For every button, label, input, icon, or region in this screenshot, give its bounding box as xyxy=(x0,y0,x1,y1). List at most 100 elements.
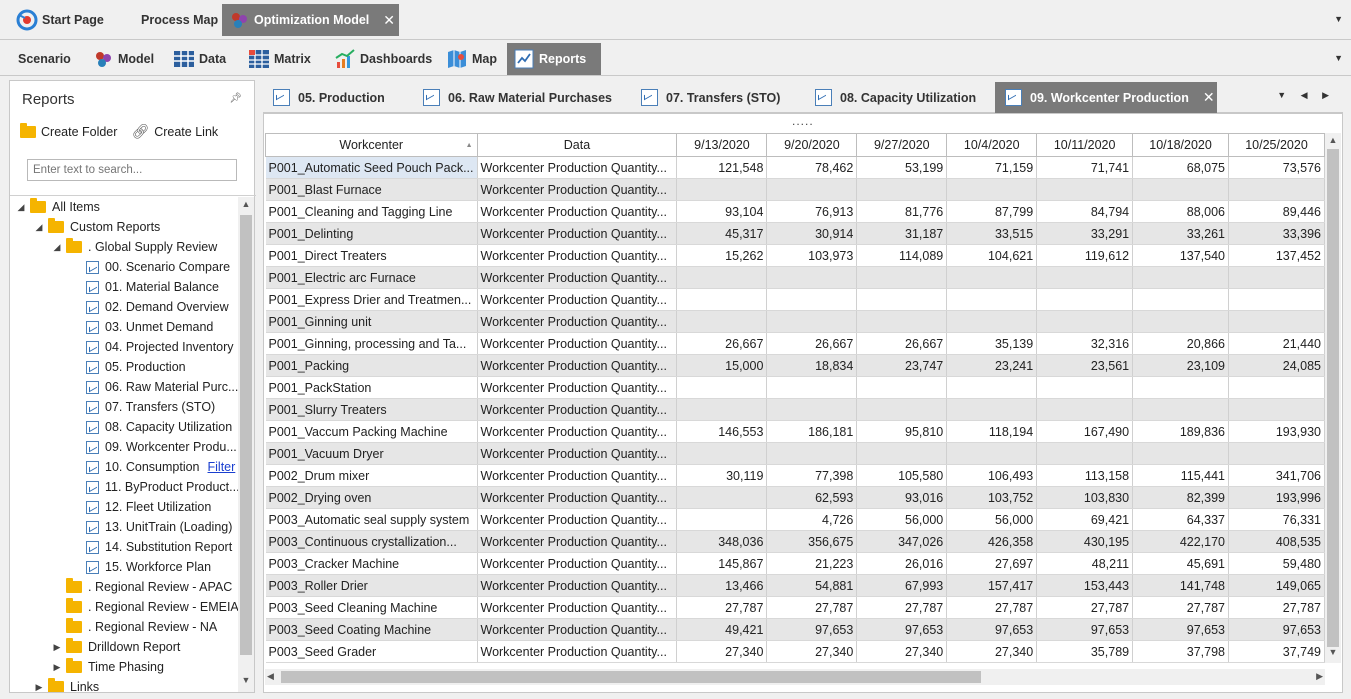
nav-matrix[interactable]: Matrix xyxy=(242,43,317,75)
cell-value[interactable]: 95,810 xyxy=(856,420,948,443)
cell-value[interactable]: 93,104 xyxy=(676,200,768,223)
cell-value[interactable]: 30,914 xyxy=(766,222,858,245)
cell-value[interactable]: 33,396 xyxy=(1228,222,1325,245)
tree-item-regional-review-na[interactable]: . Regional Review - NA xyxy=(66,617,217,637)
cell-value[interactable]: 27,340 xyxy=(856,640,948,663)
table-row[interactable]: P001_Vaccum Packing Machine Workcenter Pr… xyxy=(265,420,1325,443)
cell-value[interactable] xyxy=(946,310,1038,333)
nav-map[interactable]: Map xyxy=(440,43,503,75)
cell-value[interactable]: 88,006 xyxy=(1132,200,1230,223)
tab-06-raw-material-purchases[interactable]: 06. Raw Material Purchases xyxy=(413,82,633,113)
tree-item-all-items[interactable]: ◢ All Items xyxy=(16,197,100,217)
table-row[interactable]: P003_Seed Cleaning Machine Workcenter Pro… xyxy=(265,596,1325,619)
cell-value[interactable]: 137,452 xyxy=(1228,244,1325,267)
tree-item-report[interactable]: 02. Demand Overview xyxy=(86,297,229,317)
cell-value[interactable]: 15,000 xyxy=(676,354,768,377)
cell-value[interactable] xyxy=(676,288,768,311)
grid-vertical-scrollbar[interactable]: ▲ ▼ xyxy=(1325,133,1341,663)
cell-value[interactable]: 186,181 xyxy=(766,420,858,443)
table-row[interactable]: P001_Express Drier and Treatmen... Workce… xyxy=(265,288,1325,311)
cell-value[interactable]: 97,653 xyxy=(766,618,858,641)
cell-value[interactable] xyxy=(766,266,858,289)
drag-grip[interactable]: ..... xyxy=(792,115,814,127)
cell-value[interactable] xyxy=(1228,178,1325,201)
cell-value[interactable]: 119,612 xyxy=(1036,244,1134,267)
cell-value[interactable]: 422,170 xyxy=(1132,530,1230,553)
tree-item-report[interactable]: 14. Substitution Report xyxy=(86,537,232,557)
cell-workcenter[interactable]: P001_Vaccum Packing Machine xyxy=(265,420,478,443)
cell-value[interactable]: 193,930 xyxy=(1228,420,1325,443)
cell-value[interactable]: 260,032 xyxy=(946,662,1038,663)
cell-value[interactable]: 76,331 xyxy=(1228,508,1325,531)
table-row[interactable]: P003_Roller Drier Workcenter Production Q… xyxy=(265,574,1325,597)
cell-data-measure[interactable]: Workcenter Production Quantity... xyxy=(477,398,678,421)
cell-value[interactable]: 141,748 xyxy=(1132,574,1230,597)
cell-value[interactable] xyxy=(1132,310,1230,333)
table-row[interactable]: P001_Delinting Workcenter Production Quan… xyxy=(265,222,1325,245)
tab-09-workcenter-production[interactable]: 09. Workcenter Production ✕ xyxy=(995,82,1217,113)
cell-value[interactable]: 21,223 xyxy=(766,552,858,575)
cell-value[interactable]: 97,653 xyxy=(1132,618,1230,641)
cell-value[interactable]: 27,787 xyxy=(1132,596,1230,619)
cell-data-measure[interactable]: Workcenter Production Quantity... xyxy=(477,310,678,333)
cell-value[interactable]: 81,776 xyxy=(856,200,948,223)
cell-data-measure[interactable]: Workcenter Production Quantity... xyxy=(477,530,678,553)
cell-value[interactable]: 33,291 xyxy=(1036,222,1134,245)
cell-value[interactable] xyxy=(856,178,948,201)
tree-item-regional-review-apac[interactable]: . Regional Review - APAC xyxy=(66,577,232,597)
cell-value[interactable] xyxy=(1132,178,1230,201)
cell-value[interactable] xyxy=(946,288,1038,311)
nav-overflow-icon[interactable]: ▼ xyxy=(1334,53,1343,63)
tree-scrollbar[interactable]: ▲ ▼ xyxy=(238,197,254,692)
cell-value[interactable]: 23,747 xyxy=(856,354,948,377)
cell-value[interactable]: 23,241 xyxy=(946,354,1038,377)
cell-value[interactable] xyxy=(856,376,948,399)
cell-value[interactable] xyxy=(1036,266,1134,289)
scroll-down-icon[interactable]: ▼ xyxy=(1327,647,1339,661)
cell-value[interactable] xyxy=(1228,288,1325,311)
tab-list-dropdown-icon[interactable]: ▼ xyxy=(1334,14,1343,24)
cell-value[interactable]: 330,737 xyxy=(1036,662,1134,663)
table-row[interactable]: P002_Drying oven Workcenter Production Qu… xyxy=(265,486,1325,509)
cell-value[interactable]: 26,667 xyxy=(676,332,768,355)
cell-value[interactable] xyxy=(1228,376,1325,399)
cell-workcenter[interactable]: P003_Seed Sorting Machine xyxy=(265,662,478,663)
column-header-date[interactable]: 10/18/2020 xyxy=(1132,133,1230,157)
cell-value[interactable]: 193,996 xyxy=(1228,486,1325,509)
cell-value[interactable]: 97,653 xyxy=(856,618,948,641)
collapse-arrow-icon[interactable]: ◢ xyxy=(16,202,26,213)
cell-value[interactable]: 78,462 xyxy=(766,156,858,179)
cell-value[interactable] xyxy=(766,178,858,201)
cell-workcenter[interactable]: P001_Vacuum Dryer xyxy=(265,442,478,465)
table-row[interactable]: P003_Seed Sorting MachineWorkcenter Prod… xyxy=(265,662,1325,663)
tab-optimization-model[interactable]: Optimization Model ✕ xyxy=(222,4,399,36)
tree-item-regional-review-emeia[interactable]: . Regional Review - EMEIA xyxy=(66,597,238,617)
cell-value[interactable]: 37,798 xyxy=(1132,640,1230,663)
collapse-arrow-icon[interactable]: ◢ xyxy=(34,222,44,233)
table-row[interactable]: P001_Slurry Treaters Workcenter Productio… xyxy=(265,398,1325,421)
cell-value[interactable]: 45,317 xyxy=(676,222,768,245)
cell-value[interactable]: 27,787 xyxy=(676,596,768,619)
cell-value[interactable]: 32,316 xyxy=(1036,332,1134,355)
cell-value[interactable] xyxy=(676,486,768,509)
grid-horizontal-scrollbar[interactable]: ◀ ▶ xyxy=(265,669,1325,685)
tree-item-report[interactable]: 08. Capacity Utilization xyxy=(86,417,232,437)
cell-value[interactable] xyxy=(766,310,858,333)
cell-value[interactable]: 33,515 xyxy=(946,222,1038,245)
table-row[interactable]: P001_Cleaning and Tagging Line Workcenter… xyxy=(265,200,1325,223)
cell-value[interactable] xyxy=(856,266,948,289)
cell-value[interactable] xyxy=(1036,178,1134,201)
cell-value[interactable]: 31,187 xyxy=(856,222,948,245)
tree-item-report[interactable]: 10. Consumption Filter xyxy=(86,457,235,477)
cell-value[interactable]: 73,576 xyxy=(1228,156,1325,179)
tab-scroll-controls[interactable]: ▼ ◀ ▶ xyxy=(1277,90,1335,101)
cell-value[interactable]: 145,867 xyxy=(676,552,768,575)
cell-value[interactable] xyxy=(1132,442,1230,465)
cell-data-measure[interactable]: Workcenter Production Quantity... xyxy=(477,420,678,443)
cell-value[interactable] xyxy=(766,442,858,465)
cell-value[interactable]: 82,399 xyxy=(1132,486,1230,509)
column-header-date[interactable]: 9/27/2020 xyxy=(856,133,948,157)
cell-value[interactable]: 26,667 xyxy=(766,332,858,355)
cell-value[interactable]: 35,789 xyxy=(1036,640,1134,663)
cell-value[interactable]: 27,787 xyxy=(1036,596,1134,619)
